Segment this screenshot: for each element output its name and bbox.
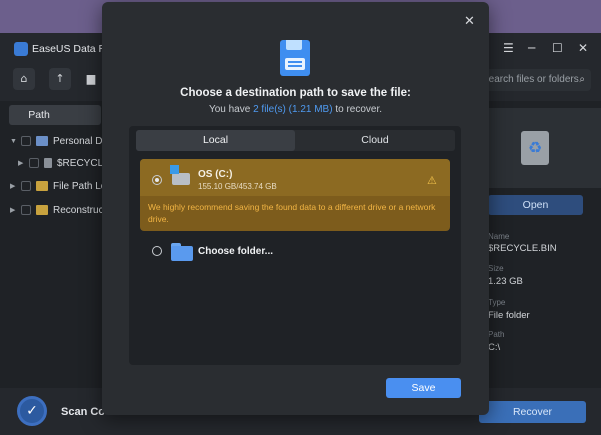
windows-drive-icon xyxy=(170,165,190,187)
recycle-bin-icon xyxy=(44,158,52,168)
folder-icon xyxy=(36,181,48,191)
maximize-icon[interactable]: ☐ xyxy=(552,41,563,55)
file-count-link[interactable]: 2 file(s) (1.21 MB) xyxy=(253,104,332,115)
scan-status: Scan Completed xyxy=(61,406,104,418)
minimize-icon[interactable]: ─ xyxy=(528,41,535,55)
tree-item-file-path-lost[interactable]: ▶ File Path Lost xyxy=(10,176,114,196)
folder-icon xyxy=(171,243,193,261)
drive-name: OS (C:) xyxy=(198,169,233,180)
close-icon[interactable]: ✕ xyxy=(578,41,588,55)
name-label: Name xyxy=(488,232,510,241)
dialog-subtitle: You have 2 file(s) (1.21 MB) to recover. xyxy=(102,104,489,115)
tab-local[interactable]: Local xyxy=(136,130,295,151)
search-placeholder: Search files or folders xyxy=(482,74,579,85)
open-button[interactable]: Open xyxy=(488,195,583,215)
chevron-right-icon[interactable]: ▶ xyxy=(18,159,24,167)
chevron-down-icon[interactable]: ▼ xyxy=(10,138,17,145)
dialog-title: Choose a destination path to save the fi… xyxy=(180,87,411,99)
menu-icon[interactable]: ☰ xyxy=(503,41,514,55)
checkbox[interactable] xyxy=(29,158,39,168)
recover-button[interactable]: Recover xyxy=(479,401,586,423)
choose-folder-option[interactable]: Choose folder... xyxy=(198,246,273,257)
path-value: C:\ xyxy=(488,342,501,353)
destination-tabs: Local Cloud xyxy=(136,130,455,151)
folder-icon xyxy=(36,205,48,215)
subtitle-suffix: to recover. xyxy=(332,104,383,115)
drive-radio[interactable] xyxy=(152,175,162,185)
check-icon: ✓ xyxy=(17,396,47,426)
path-label: Path xyxy=(488,330,505,339)
app-logo-icon xyxy=(14,42,28,56)
folder-icon xyxy=(36,136,48,146)
size-label: Size xyxy=(488,264,504,273)
drive-capacity: 155.10 GB/453.74 GB xyxy=(198,182,277,191)
checkbox[interactable] xyxy=(21,136,31,146)
drive-warning-text: We highly recommend saving the found dat… xyxy=(148,202,436,224)
choose-folder-radio[interactable] xyxy=(152,246,162,256)
home-icon[interactable]: ⌂ xyxy=(13,68,35,90)
size-value: 1.23 GB xyxy=(488,276,523,287)
checkbox[interactable] xyxy=(21,181,31,191)
subtitle-prefix: You have xyxy=(208,104,254,115)
dialog-close-icon[interactable]: ✕ xyxy=(464,14,475,29)
tab-path[interactable]: Path xyxy=(9,105,101,125)
folder-icon[interactable]: ▆ xyxy=(80,68,102,90)
checkbox[interactable] xyxy=(21,205,31,215)
up-arrow-icon[interactable]: ↑ xyxy=(49,68,71,90)
tab-cloud[interactable]: Cloud xyxy=(295,130,455,151)
warning-icon: ⚠ xyxy=(427,174,437,187)
recycle-bin-icon: ♻ xyxy=(521,131,549,165)
tab-path-label: Path xyxy=(28,109,50,121)
chevron-right-icon[interactable]: ▶ xyxy=(10,182,16,190)
search-icon[interactable]: ⌕ xyxy=(579,69,585,91)
save-disk-icon xyxy=(280,40,310,76)
type-value: File folder xyxy=(488,310,530,321)
type-label: Type xyxy=(488,298,506,307)
chevron-right-icon[interactable]: ▶ xyxy=(10,206,16,214)
search-input[interactable]: Search files or folders ⌕ xyxy=(478,69,591,91)
save-button[interactable]: Save xyxy=(386,378,461,398)
app-title: EaseUS Data Recovery xyxy=(32,43,102,55)
name-value: $RECYCLE.BIN xyxy=(488,243,557,254)
